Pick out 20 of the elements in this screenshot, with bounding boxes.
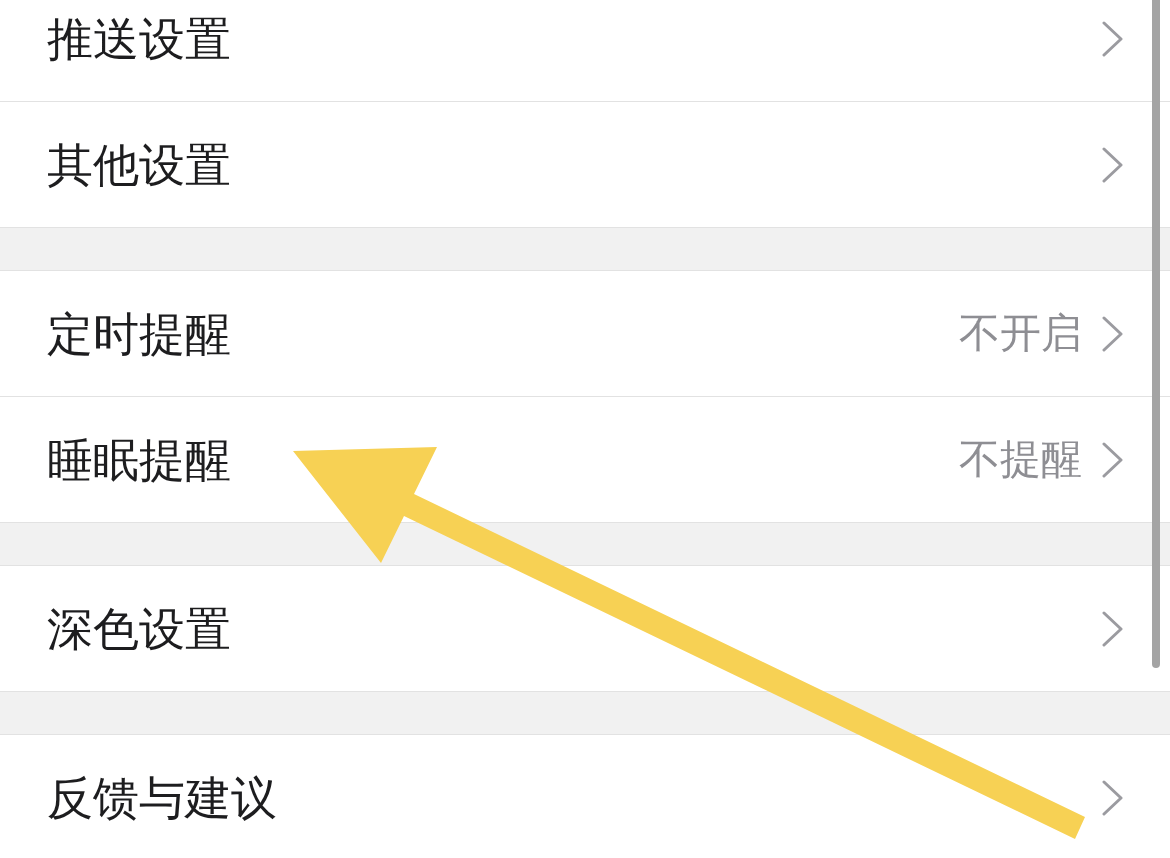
setting-label: 定时提醒	[47, 310, 231, 357]
settings-row[interactable]: 其他设置	[0, 102, 1170, 228]
chevron-right-icon	[1102, 779, 1123, 816]
chevron-right-icon	[1102, 20, 1123, 57]
settings-row[interactable]: 深色设置	[0, 566, 1170, 692]
chevron-right-icon	[1102, 315, 1123, 352]
setting-value: 不提醒	[959, 439, 1082, 480]
setting-label: 睡眠提醒	[47, 436, 231, 483]
settings-row[interactable]: 推送设置	[0, 0, 1170, 102]
settings-row[interactable]: 睡眠提醒 不提醒	[0, 397, 1170, 523]
setting-label: 其他设置	[47, 141, 231, 188]
chevron-right-icon	[1102, 610, 1123, 647]
setting-label: 深色设置	[47, 605, 231, 652]
setting-value: 不开启	[959, 313, 1082, 354]
chevron-right-icon	[1102, 146, 1123, 183]
setting-label: 推送设置	[47, 15, 231, 62]
settings-row[interactable]: 定时提醒 不开启	[0, 271, 1170, 397]
setting-label: 反馈与建议	[47, 774, 277, 821]
settings-row[interactable]: 反馈与建议	[0, 735, 1170, 858]
chevron-right-icon	[1102, 441, 1123, 478]
